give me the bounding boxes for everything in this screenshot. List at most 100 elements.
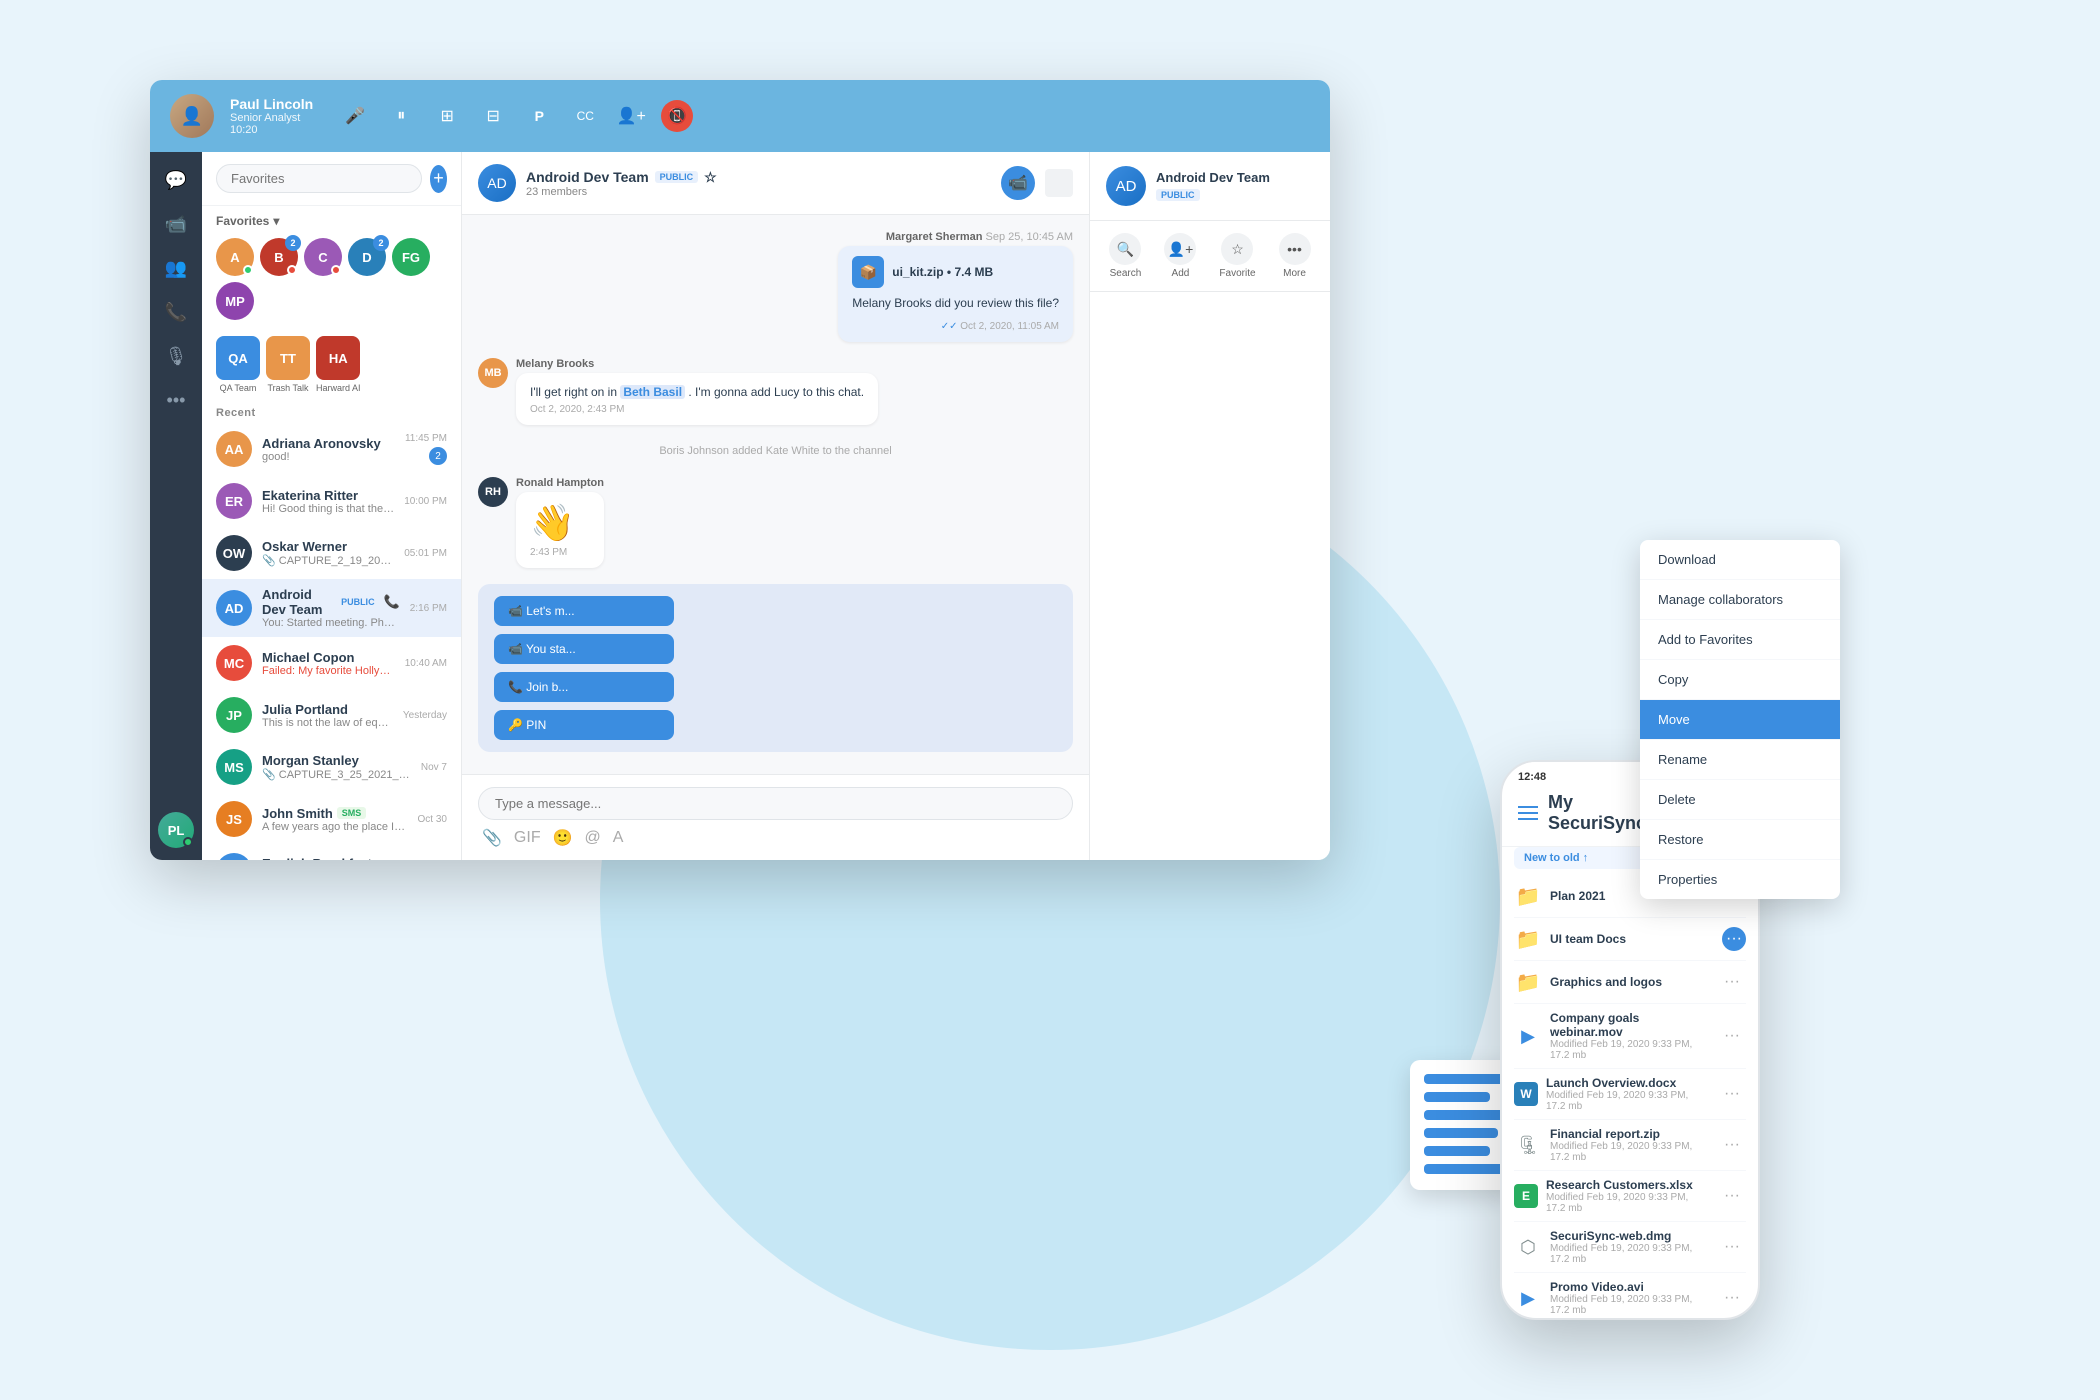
chat-header: AD Android Dev Team PUBLIC ☆ 23 members … — [462, 152, 1089, 215]
context-menu-add-favorites[interactable]: Add to Favorites — [1640, 620, 1840, 660]
sidebar-icon-phone[interactable]: 📞 — [158, 294, 194, 330]
context-menu-properties[interactable]: Properties — [1640, 860, 1840, 899]
file-more-button[interactable]: ··· — [1718, 971, 1746, 993]
file-list-item[interactable]: 📁 UI team Docs ··· — [1514, 918, 1746, 961]
msg-delivered-time: ✓✓ Oct 2, 2020, 11:05 AM — [852, 321, 1059, 332]
fav-avatar-4[interactable]: D 2 — [348, 238, 386, 276]
lets-meet-button[interactable]: 📹 Let's m... — [494, 596, 674, 626]
file-list-item[interactable]: ▶ Company goals webinar.mov Modified Feb… — [1514, 1004, 1746, 1069]
contact-item[interactable]: EB English Breakfast Club PUBLIC — [202, 845, 461, 860]
star-icon[interactable]: ☆ — [704, 169, 717, 186]
file-list-item[interactable]: ▶ Promo Video.avi Modified Feb 19, 2020 … — [1514, 1273, 1746, 1320]
file-more-button-active[interactable]: ··· — [1722, 927, 1746, 951]
pause-button[interactable]: ⏸ — [385, 100, 417, 132]
group-harward[interactable]: HA Harward AI — [316, 336, 361, 393]
info-add-action[interactable]: 👤+ Add — [1164, 233, 1196, 279]
call-overlay: 📹 Let's m... 📹 You sta... 📞 Join b... 🔑 … — [478, 584, 1073, 752]
context-menu-manage-collaborators[interactable]: Manage collaborators — [1640, 580, 1840, 620]
context-menu-copy[interactable]: Copy — [1640, 660, 1840, 700]
chat-header-info: Android Dev Team PUBLIC ☆ 23 members — [526, 169, 991, 198]
file-more-button[interactable]: ··· — [1718, 1134, 1746, 1156]
search-input[interactable] — [216, 164, 422, 193]
hamburger-icon[interactable] — [1518, 806, 1538, 820]
mic-button[interactable]: 🎤 — [339, 100, 371, 132]
end-call-button[interactable]: 📵 — [661, 100, 693, 132]
info-search-action[interactable]: 🔍 Search — [1109, 233, 1141, 279]
file-item-info: Launch Overview.docx Modified Feb 19, 20… — [1546, 1076, 1710, 1112]
message-text: Melany Brooks did you review this file? — [852, 294, 1059, 312]
sidebar-icon-more[interactable]: ••• — [158, 382, 194, 418]
msg-content: Melany Brooks I'll get right on in Beth … — [516, 358, 878, 425]
emoji-message: 👋 — [530, 502, 590, 544]
user-avatar-sidebar[interactable]: PL — [158, 812, 194, 848]
contact-message: This is not the law of equivalent excha.… — [262, 717, 393, 729]
p-button[interactable]: P — [523, 100, 555, 132]
contact-name: Adriana Aronovsky — [262, 436, 395, 451]
pin-button[interactable]: 🔑 PIN — [494, 710, 674, 740]
expand-button[interactable] — [1045, 169, 1073, 197]
contact-avatar: JS — [216, 801, 252, 837]
fav-avatar-2[interactable]: B 2 — [260, 238, 298, 276]
add-person-button[interactable]: 👤+ — [615, 100, 647, 132]
sidebar-icon-contacts[interactable]: 👥 — [158, 250, 194, 286]
file-list-item[interactable]: 📁 Graphics and logos ··· — [1514, 961, 1746, 1004]
message-input[interactable] — [478, 787, 1073, 820]
sidebar-icon-chat[interactable]: 💬 — [158, 162, 194, 198]
context-menu-download[interactable]: Download — [1640, 540, 1840, 580]
context-menu-rename[interactable]: Rename — [1640, 740, 1840, 780]
file-more-button[interactable]: ··· — [1718, 1185, 1746, 1207]
video-call-button[interactable]: 📹 — [1001, 166, 1035, 200]
emoji-button[interactable]: 🙂 — [553, 828, 573, 848]
cc-button[interactable]: CC — [569, 100, 601, 132]
info-favorite-action[interactable]: ☆ Favorite — [1219, 233, 1255, 279]
fav-avatar-3[interactable]: C — [304, 238, 342, 276]
info-more-action[interactable]: ••• More — [1279, 233, 1311, 279]
favorite-label: Favorite — [1219, 268, 1255, 279]
excel-file-icon: E — [1514, 1184, 1538, 1208]
file-more-button[interactable]: ··· — [1718, 1025, 1746, 1047]
add-contact-button[interactable]: + — [430, 165, 447, 193]
fav-avatar-6[interactable]: MP — [216, 282, 254, 320]
message-group: Margaret Sherman Sep 25, 10:45 AM 📦 ui_k… — [478, 231, 1073, 342]
contact-item[interactable]: MC Michael Copon Failed: My favorite Hol… — [202, 637, 461, 689]
group-trash[interactable]: TT Trash Talk — [266, 336, 310, 393]
file-item-info: Promo Video.avi Modified Feb 19, 2020 9:… — [1550, 1280, 1710, 1316]
contact-name: John Smith SMS — [262, 806, 408, 821]
context-menu-restore[interactable]: Restore — [1640, 820, 1840, 860]
contact-item[interactable]: ER Ekaterina Ritter Hi! Good thing is th… — [202, 475, 461, 527]
sidebar-icon-voicemail[interactable]: 🎙 — [158, 338, 194, 374]
contact-item[interactable]: AA Adriana Aronovsky good! 11:45 PM 2 — [202, 423, 461, 475]
file-more-button[interactable]: ··· — [1718, 1236, 1746, 1258]
file-list-item[interactable]: 🗜 Financial report.zip Modified Feb 19, … — [1514, 1120, 1746, 1171]
contact-item[interactable]: JP Julia Portland This is not the law of… — [202, 689, 461, 741]
info-panel: AD Android Dev Team PUBLIC 🔍 Search 👤+ A… — [1090, 152, 1330, 860]
at-button[interactable]: @ — [585, 829, 601, 847]
contact-item[interactable]: OW Oskar Werner 📎 CAPTURE_2_19_2021, 10_… — [202, 527, 461, 579]
group-qa[interactable]: QA QA Team — [216, 336, 260, 393]
gif-button[interactable]: GIF — [514, 829, 541, 847]
group-qa-label: QA Team — [220, 383, 257, 393]
format-button[interactable]: A — [613, 829, 624, 847]
grid-button[interactable]: ⊞ — [431, 100, 463, 132]
file-list-item[interactable]: E Research Customers.xlsx Modified Feb 1… — [1514, 1171, 1746, 1222]
contact-item[interactable]: MS Morgan Stanley 📎 CAPTURE_3_25_2021_11… — [202, 741, 461, 793]
join-button[interactable]: 📞 Join b... — [494, 672, 674, 702]
file-list-item[interactable]: ⬡ SecuriSync-web.dmg Modified Feb 19, 20… — [1514, 1222, 1746, 1273]
file-more-button[interactable]: ··· — [1718, 1083, 1746, 1105]
context-menu-delete[interactable]: Delete — [1640, 780, 1840, 820]
file-more-button[interactable]: ··· — [1718, 1287, 1746, 1309]
file-list-item[interactable]: W Launch Overview.docx Modified Feb 19, … — [1514, 1069, 1746, 1120]
contact-item[interactable]: JS John Smith SMS A few years ago the pl… — [202, 793, 461, 845]
screen-share-button[interactable]: ⊟ — [477, 100, 509, 132]
fav-avatar-1[interactable]: A — [216, 238, 254, 276]
file-icon: 📦 — [852, 256, 884, 288]
contact-avatar: OW — [216, 535, 252, 571]
you-started-button[interactable]: 📹 You sta... — [494, 634, 674, 664]
fav-avatar-5[interactable]: FG — [392, 238, 430, 276]
contact-item-active[interactable]: AD Android Dev Team PUBLIC 📞 You: Starte… — [202, 579, 461, 637]
channel-public-tag: PUBLIC — [655, 171, 699, 183]
attach-button[interactable]: 📎 — [482, 828, 502, 848]
sidebar-icon-video[interactable]: 📹 — [158, 206, 194, 242]
context-menu-move[interactable]: Move — [1640, 700, 1840, 740]
search-bar: + — [202, 152, 461, 206]
